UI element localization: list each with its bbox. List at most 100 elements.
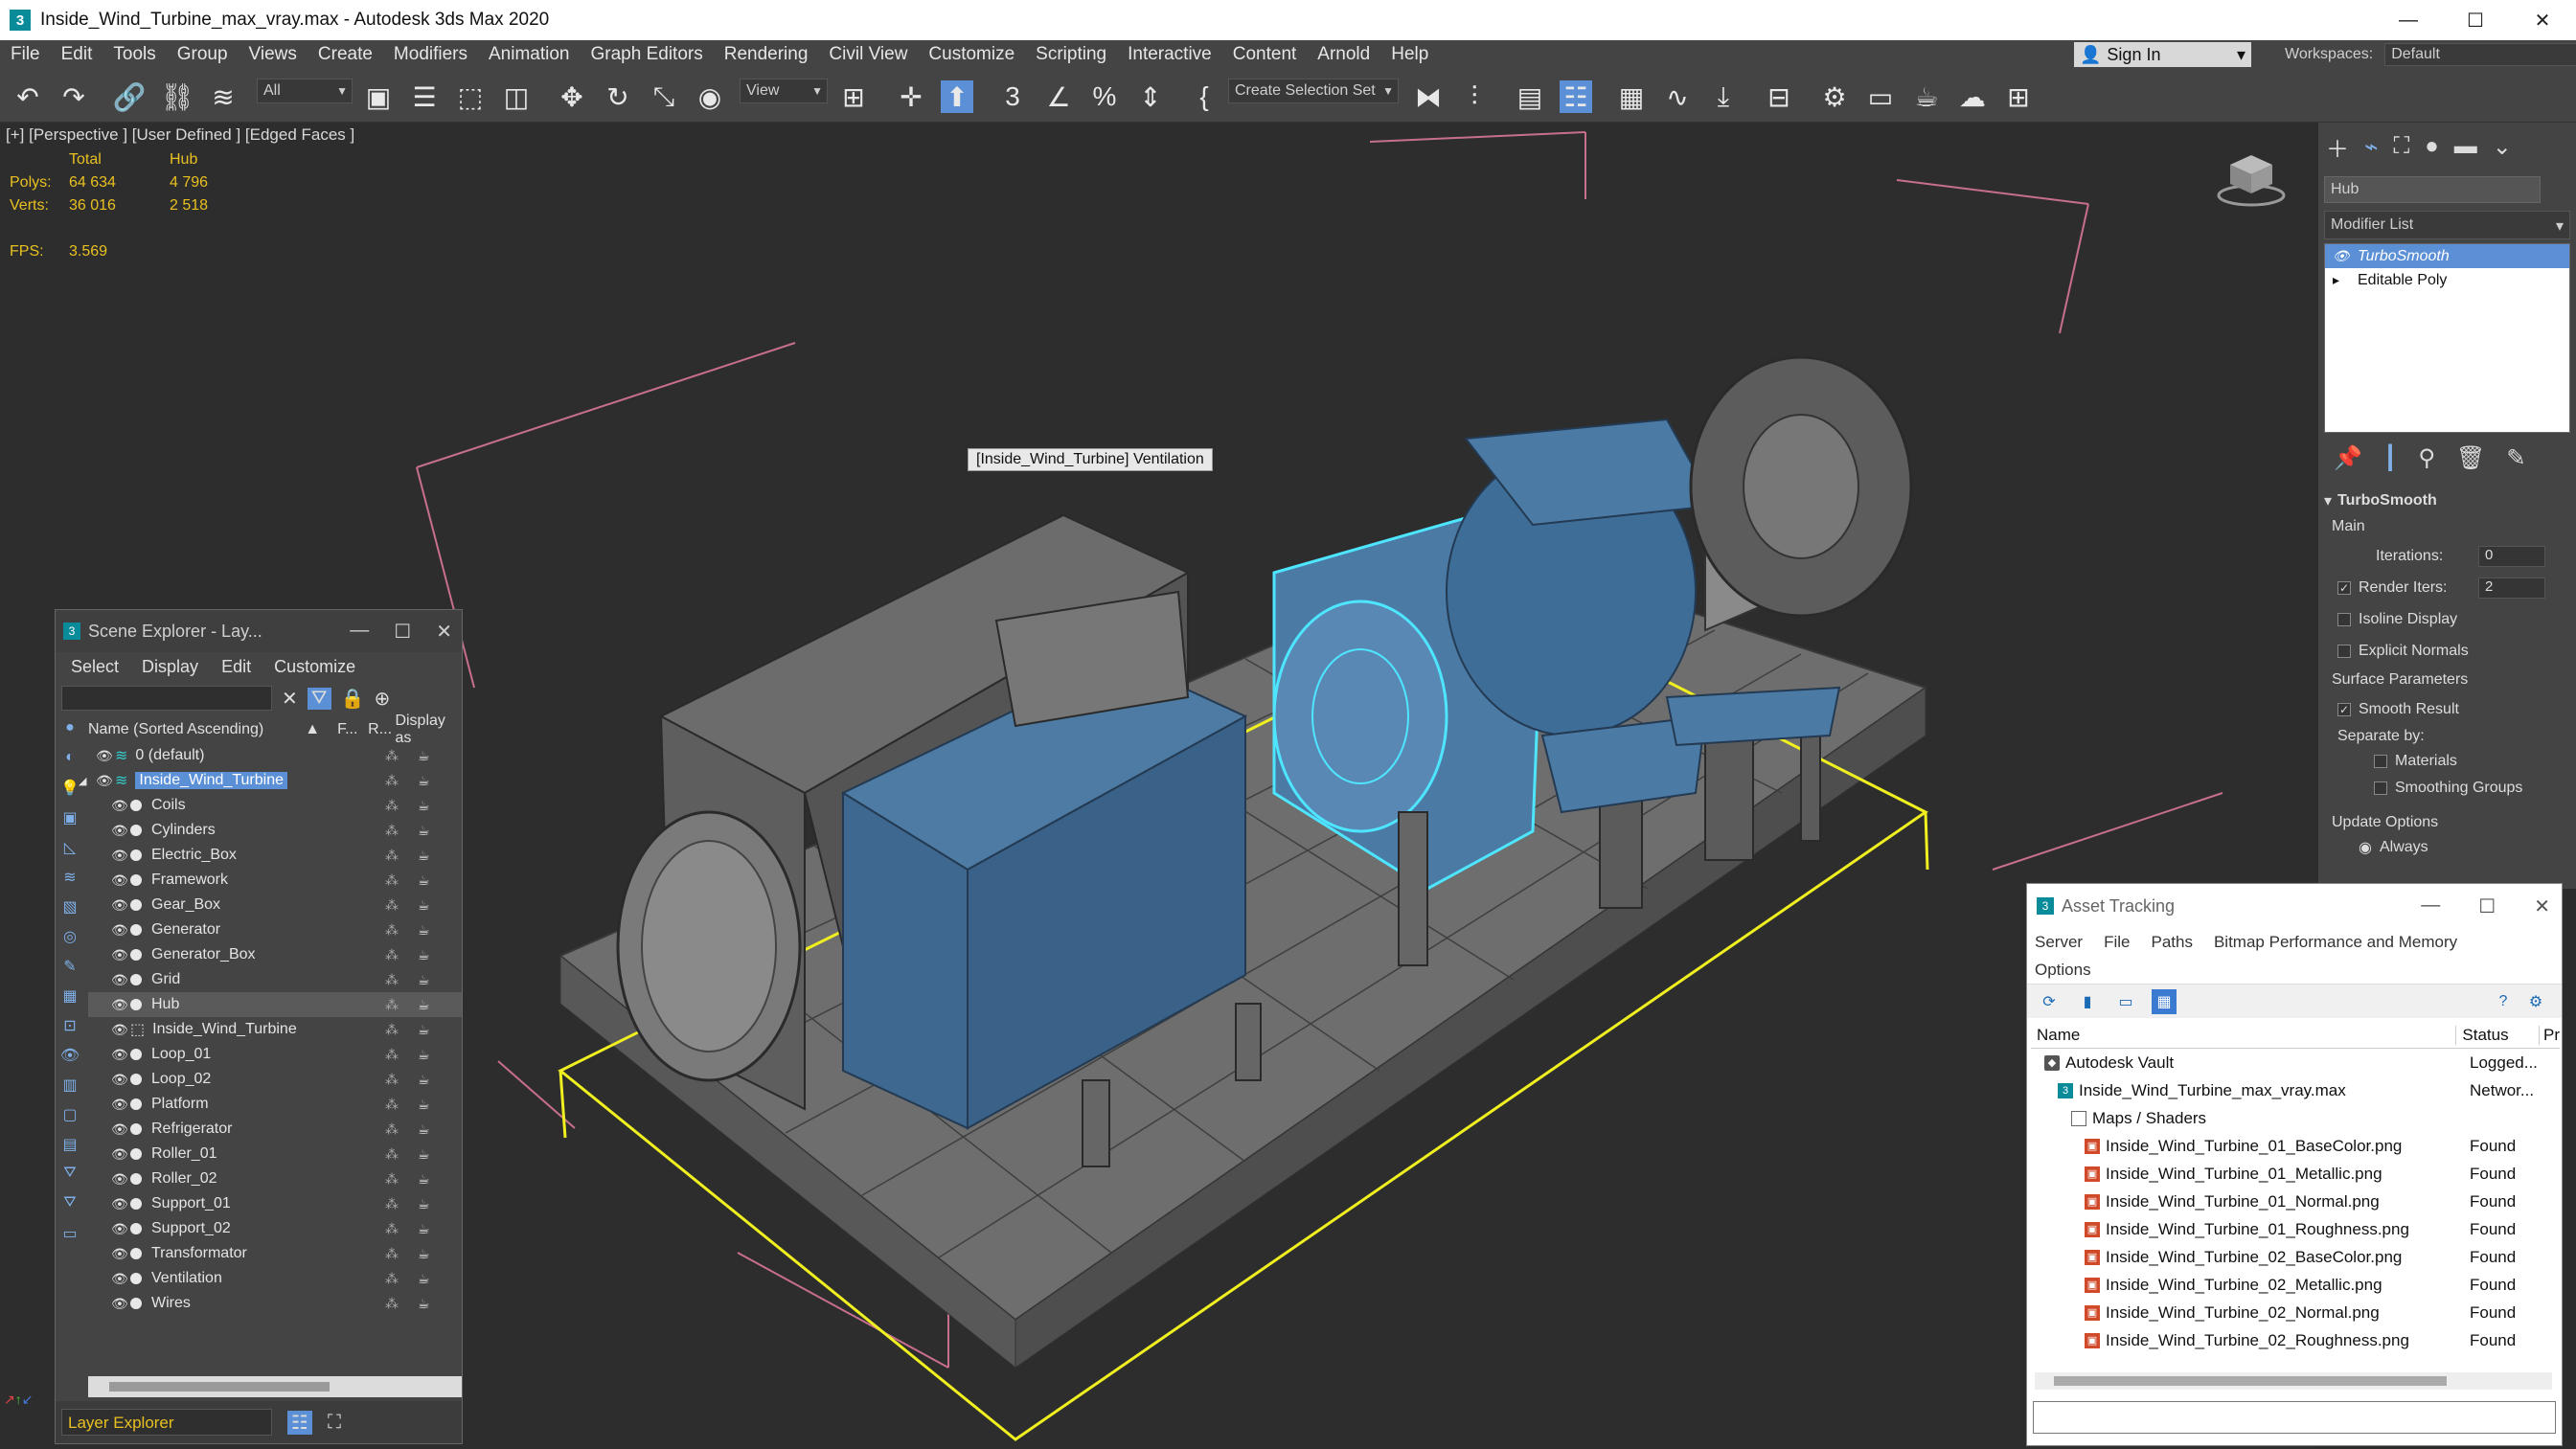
column-status[interactable]: Status	[2456, 1025, 2540, 1045]
scene-tree-row[interactable]: 👁 Platform ⁂ ☕	[88, 1092, 462, 1117]
visibility-eye-icon[interactable]: 👁	[111, 1121, 130, 1138]
isoline-checkbox[interactable]	[2337, 612, 2351, 626]
asset-row[interactable]: ▣ Inside_Wind_Turbine_02_Metallic.png Foun…	[2031, 1271, 2560, 1299]
select-by-name-icon[interactable]: ☰	[408, 80, 441, 113]
geometry-filter-icon[interactable]: ●	[56, 719, 84, 749]
visibility-eye-icon[interactable]: 👁	[111, 872, 130, 889]
freeze-toggle-icon[interactable]: ⁂	[385, 1072, 399, 1088]
always-radio[interactable]: ◉	[2359, 838, 2372, 857]
visibility-eye-icon[interactable]: 👁	[111, 972, 130, 988]
bind-spacewarp-icon[interactable]: ≋	[207, 80, 239, 113]
search-input[interactable]	[61, 686, 272, 711]
visibility-eye-icon[interactable]: 👁	[111, 1296, 130, 1312]
renderable-toggle-icon[interactable]: ☕	[418, 1047, 430, 1063]
display-tab-icon[interactable]: ▬	[2454, 133, 2477, 160]
scene-tree-row[interactable]: 👁 Gear_Box ⁂ ☕	[88, 893, 462, 917]
renderable-toggle-icon[interactable]: ☕	[418, 1296, 430, 1312]
hierarchy-explorer-icon[interactable]: ⛶	[328, 1412, 341, 1434]
freeze-toggle-icon[interactable]: ⁂	[385, 1022, 399, 1038]
eye-icon[interactable]: 👁	[2333, 248, 2358, 264]
scene-tree-row[interactable]: 👁 Wires ⁂ ☕	[88, 1291, 462, 1316]
renderable-toggle-icon[interactable]: ☕	[418, 1221, 430, 1237]
column-frozen[interactable]: F...	[337, 721, 368, 738]
freeze-toggle-icon[interactable]: ⁂	[385, 773, 399, 789]
menu-civil-view[interactable]: Civil View	[818, 44, 918, 65]
freeze-toggle-icon[interactable]: ⁂	[385, 1221, 399, 1237]
lock-icon[interactable]: 🔒	[341, 687, 365, 711]
utilities-tab-icon[interactable]: ⌄	[2493, 133, 2512, 161]
schematic-view-icon[interactable]: ⤓	[1707, 80, 1740, 113]
scene-tree-row[interactable]: 👁 Support_02 ⁂ ☕	[88, 1216, 462, 1241]
at-menu-options[interactable]: Options	[2035, 961, 2091, 980]
visibility-eye-icon[interactable]: 👁	[111, 997, 130, 1013]
freeze-toggle-icon[interactable]: ⁂	[385, 922, 399, 939]
menu-animation[interactable]: Animation	[478, 44, 581, 65]
renderable-toggle-icon[interactable]: ☕	[418, 897, 430, 914]
groups-filter-icon[interactable]: ▧	[56, 897, 84, 927]
scrollbar-thumb[interactable]	[109, 1382, 330, 1392]
menu-edit[interactable]: Edit	[51, 44, 103, 65]
asset-tracking-titlebar[interactable]: 3 Asset Tracking — ☐ ✕	[2027, 884, 2562, 928]
renderable-toggle-icon[interactable]: ☕	[418, 1196, 430, 1212]
renderable-toggle-icon[interactable]: ☕	[418, 922, 430, 939]
scene-tree-row[interactable]: 👁 Support_01 ⁂ ☕	[88, 1191, 462, 1216]
minimize-button[interactable]: —	[2421, 894, 2440, 918]
table-view-icon[interactable]: ▭	[2113, 989, 2138, 1014]
scene-tree-row[interactable]: ◢ 👁 ≋ Inside_Wind_Turbine ⁂ ☕	[79, 768, 462, 793]
renderable-toggle-icon[interactable]: ☕	[418, 1097, 430, 1113]
place-icon[interactable]: ◉	[694, 80, 726, 113]
column-display-as[interactable]: Display as	[395, 713, 462, 747]
scene-tree-row[interactable]: 👁 ⬚ Inside_Wind_Turbine ⁂ ☕	[88, 1017, 462, 1042]
visibility-eye-icon[interactable]: 👁	[111, 897, 130, 914]
at-menu-file[interactable]: File	[2104, 933, 2130, 952]
render-in-cloud-icon[interactable]: ☁	[1956, 80, 1989, 113]
show-end-result-icon[interactable]: ┃	[2383, 444, 2397, 472]
motion-tab-icon[interactable]: ●	[2425, 133, 2439, 160]
keyboard-shortcut-override-icon[interactable]: ⬆	[941, 80, 973, 113]
visibility-eye-icon[interactable]: 👁	[111, 1246, 130, 1262]
object-name-field[interactable]: Hub	[2324, 176, 2541, 203]
explorer-name-field[interactable]: Layer Explorer	[61, 1409, 272, 1436]
scene-tree-row[interactable]: 👁 Roller_01 ⁂ ☕	[88, 1142, 462, 1166]
freeze-toggle-icon[interactable]: ⁂	[385, 972, 399, 988]
menu-interactive[interactable]: Interactive	[1117, 44, 1222, 65]
stack-item-turbosmooth[interactable]: 👁 TurboSmooth	[2325, 244, 2569, 268]
se-menu-select[interactable]: Select	[71, 657, 119, 677]
menu-rendering[interactable]: Rendering	[714, 44, 819, 65]
scene-tree-row[interactable]: 👁 Electric_Box ⁂ ☕	[88, 843, 462, 868]
asset-row[interactable]: ▣ Inside_Wind_Turbine_01_BaseColor.png Fou…	[2031, 1132, 2560, 1160]
scale-icon[interactable]: ⤡	[648, 80, 680, 113]
containers-filter-icon[interactable]: ▦	[56, 986, 84, 1016]
renderable-toggle-icon[interactable]: ☕	[418, 823, 430, 839]
asset-row[interactable]: ▣ Inside_Wind_Turbine_01_Normal.png Found	[2031, 1188, 2560, 1215]
pin-stack-icon[interactable]: 📌	[2334, 444, 2362, 472]
renderable-toggle-icon[interactable]: ☕	[418, 748, 430, 764]
maximize-button[interactable]: ☐	[394, 620, 411, 644]
sign-in-dropdown[interactable]: 👤 Sign In ▾	[2074, 42, 2251, 67]
freeze-toggle-icon[interactable]: ⁂	[385, 1271, 399, 1287]
edit-named-selection-icon[interactable]: {	[1188, 80, 1220, 113]
asset-row[interactable]: ▣ Inside_Wind_Turbine_01_Roughness.png Fou…	[2031, 1215, 2560, 1243]
renderable-toggle-icon[interactable]: ☕	[418, 1022, 430, 1038]
visibility-eye-icon[interactable]: 👁	[111, 1146, 130, 1163]
scene-explorer-titlebar[interactable]: 3 Scene Explorer - Lay... — ☐ ✕	[56, 610, 462, 652]
window-crossing-icon[interactable]: ◫	[500, 80, 533, 113]
rectangular-selection-icon[interactable]: ⬚	[454, 80, 487, 113]
renderable-toggle-icon[interactable]: ☕	[418, 947, 430, 963]
none-filter-icon[interactable]: ▢	[56, 1105, 84, 1135]
renderable-toggle-icon[interactable]: ☕	[418, 773, 430, 789]
menu-create[interactable]: Create	[308, 44, 383, 65]
menu-modifiers[interactable]: Modifiers	[383, 44, 478, 65]
filter-icon[interactable]: ⛛	[307, 687, 331, 710]
renderable-toggle-icon[interactable]: ☕	[418, 872, 430, 889]
spinner-snap-icon[interactable]: ⇕	[1134, 80, 1167, 113]
freeze-toggle-icon[interactable]: ⁂	[385, 798, 399, 814]
layer-explorer-icon[interactable]: ☷	[287, 1410, 312, 1435]
close-button[interactable]: ✕	[2534, 894, 2550, 918]
refresh-icon[interactable]: ⟳	[2037, 989, 2062, 1014]
stack-item-editable-poly[interactable]: ▸ Editable Poly	[2325, 268, 2569, 292]
frozen-filter-icon[interactable]: ⊡	[56, 1016, 84, 1046]
maximize-button[interactable]: ☐	[2478, 894, 2496, 918]
viewcube-icon[interactable]	[2213, 151, 2290, 209]
renderable-toggle-icon[interactable]: ☕	[418, 1072, 430, 1088]
